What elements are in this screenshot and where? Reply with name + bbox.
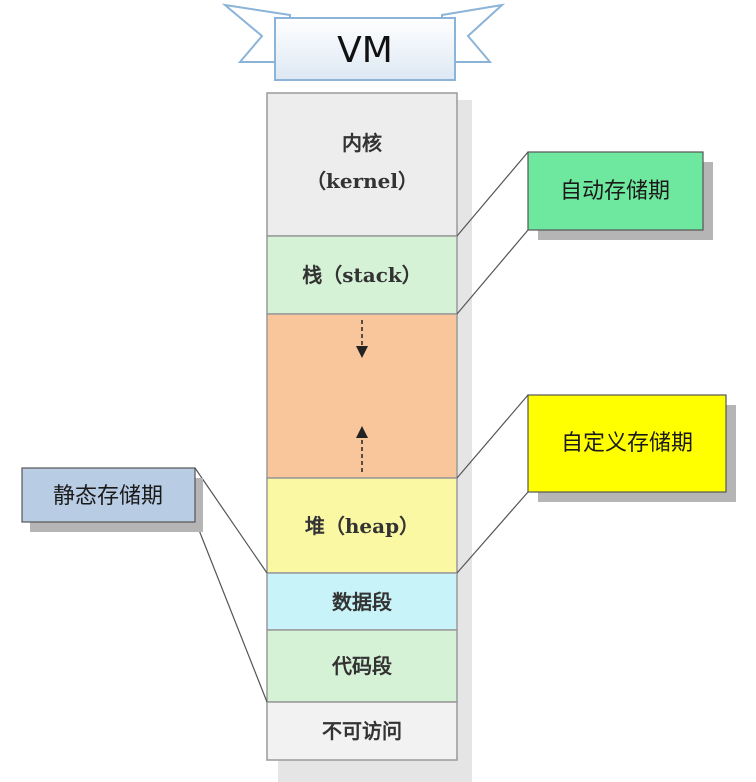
- title-banner: VM: [221, 3, 506, 81]
- segment-kernel: [266, 92, 458, 237]
- segment-code-label: 代码段: [331, 654, 392, 678]
- segment-free-space: [266, 313, 458, 479]
- callout-static-label: 静态存储期: [53, 484, 163, 509]
- segment-kernel-sublabel: （kernel）: [306, 169, 418, 193]
- callout-static: 静态存储期: [21, 467, 203, 532]
- segment-inaccessible-label: 不可访问: [322, 719, 402, 743]
- connector-static-bottom: [194, 519, 268, 703]
- callout-custom-label: 自定义存储期: [561, 431, 693, 456]
- memory-column: 内核 （kernel） 栈（stack） 堆（heap） 数据段 代码段 不可访…: [266, 92, 458, 761]
- segment-data-label: 数据段: [332, 590, 392, 614]
- segment-stack-label: 栈（stack）: [302, 263, 422, 287]
- callout-custom: 自定义存储期: [527, 394, 736, 502]
- segment-kernel-label: 内核: [342, 131, 382, 155]
- segment-heap-label: 堆（heap）: [305, 514, 419, 538]
- memory-layout-diagram: VM 内核 （kernel） 栈（stack） 堆（heap） 数据段 代码段 …: [21, 3, 736, 782]
- connector-static-top: [194, 467, 268, 574]
- callout-automatic: 自动存储期: [527, 151, 713, 240]
- page-title: VM: [337, 30, 393, 71]
- callout-automatic-label: 自动存储期: [560, 179, 670, 204]
